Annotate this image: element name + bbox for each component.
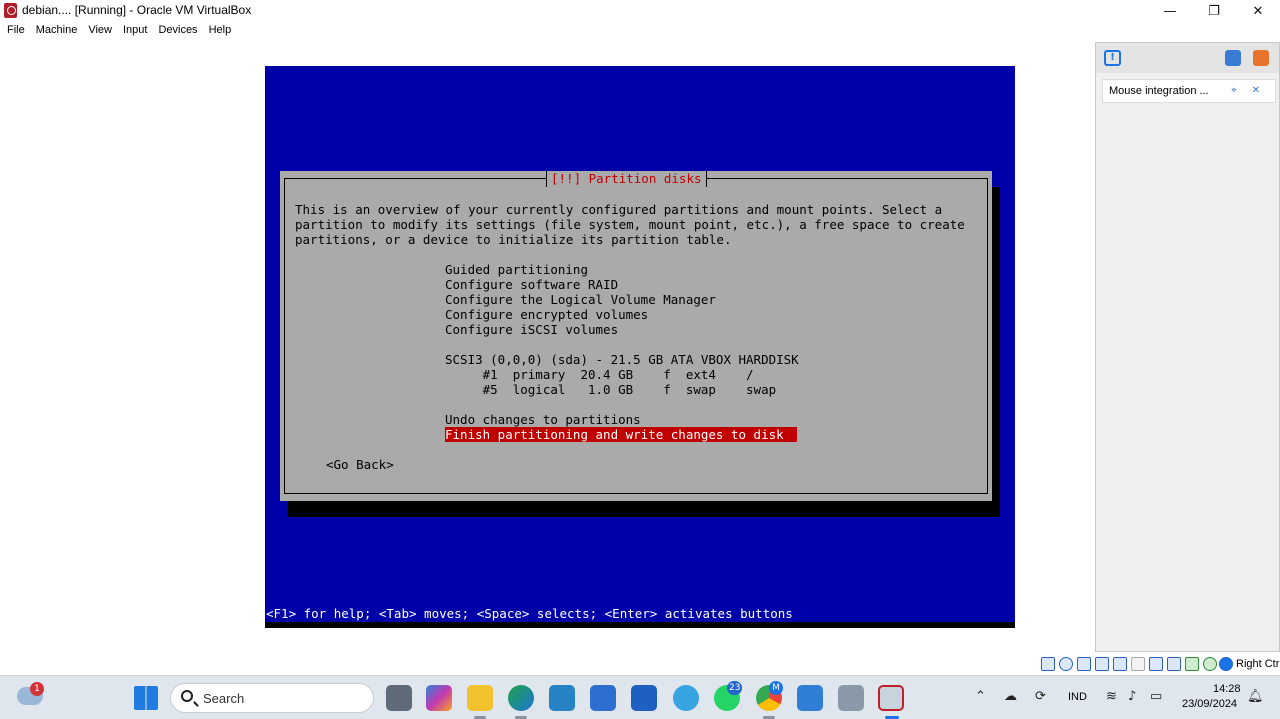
taskbar-search[interactable]: Search [170, 683, 374, 713]
dismiss-all-icon[interactable] [1253, 50, 1269, 66]
mouse-integration-icon[interactable] [1203, 657, 1217, 671]
installer-help-line: <F1> for help; <Tab> moves; <Space> sele… [266, 606, 793, 621]
notification-bell-icon[interactable]: 🔔︎ [1247, 689, 1264, 704]
menu-file[interactable]: File [3, 22, 32, 40]
microsoft-store-icon[interactable] [590, 685, 616, 711]
volume-icon[interactable]: ♪ [1128, 689, 1136, 704]
menu-bar: File Machine View Input Devices Help [0, 22, 1280, 40]
close-button[interactable]: ✕ [1236, 0, 1280, 22]
windows-taskbar: 1 Search 23 M ⌃ ☁ ⟳ IND ≋ ♪ ▭ 14:28 23/0… [0, 675, 1280, 719]
search-placeholder: Search [203, 691, 245, 706]
debian-vm-taskbar-icon[interactable] [878, 685, 904, 711]
optical-drive-icon[interactable] [1059, 657, 1073, 671]
audio-icon[interactable] [1077, 657, 1091, 671]
onedrive-icon[interactable]: ☁ [1004, 689, 1017, 704]
option-guided-partitioning[interactable]: Guided partitioning [445, 262, 588, 277]
intro-line-1: This is an overview of your currently co… [295, 202, 943, 217]
partition-5[interactable]: #5 logical 1.0 GB f swap swap [445, 382, 777, 397]
host-key-label: Right Ctrl [1236, 658, 1280, 670]
copilot-icon[interactable] [426, 685, 452, 711]
window-titlebar[interactable]: debian.... [Running] - Oracle VM Virtual… [0, 0, 1280, 22]
file-explorer-icon[interactable] [467, 685, 493, 711]
display-icon[interactable] [1149, 657, 1163, 671]
menu-view[interactable]: View [84, 22, 119, 40]
option-software-raid[interactable]: Configure software RAID [445, 277, 618, 292]
virtualbox-app-icon [4, 3, 17, 18]
usb-icon[interactable] [1113, 657, 1127, 671]
notification-center: ! Mouse integration ... ⌖ ✕ [1095, 42, 1280, 652]
start-icon[interactable] [134, 686, 158, 710]
task-view-icon[interactable] [386, 685, 412, 711]
whatsapp-badge: 23 [727, 681, 743, 695]
battery-icon[interactable]: ▭ [1150, 689, 1162, 704]
menu-help[interactable]: Help [205, 22, 239, 40]
disk-sda[interactable]: SCSI3 (0,0,0) (sda) - 21.5 GB ATA VBOX H… [445, 352, 799, 367]
dialog-title: [!!] Partition disks [546, 171, 707, 187]
menu-devices[interactable]: Devices [154, 22, 204, 40]
window-title: debian.... [Running] - Oracle VM Virtual… [22, 3, 252, 17]
close-notification-icon[interactable]: ✕ [1250, 85, 1262, 97]
cpu-icon[interactable] [1185, 657, 1199, 671]
hard-disk-icon[interactable] [1041, 657, 1055, 671]
option-finish-partitioning[interactable]: Finish partitioning and write changes to… [445, 427, 797, 442]
minimize-button[interactable]: — [1148, 0, 1192, 22]
show-hidden-icons-icon[interactable]: ⌃ [975, 689, 986, 704]
search-icon [181, 690, 193, 702]
shared-folders-icon[interactable] [1131, 657, 1145, 671]
vm-status-bar: Right Ctrl [1038, 655, 1280, 673]
network-icon[interactable] [1095, 657, 1109, 671]
restore-button[interactable]: ❐ [1192, 0, 1236, 22]
edge-icon[interactable] [508, 685, 534, 711]
mouse-pointer-icon[interactable]: ⌖ [1228, 85, 1240, 97]
vm-display[interactable]: [!!] Partition disks This is an overview… [265, 66, 1015, 628]
intro-line-2: partition to modify its settings (file s… [295, 217, 965, 232]
option-iscsi-volumes[interactable]: Configure iSCSI volumes [445, 322, 618, 337]
vm-bottom-bar [265, 622, 1015, 628]
myapp-icon[interactable] [631, 685, 657, 711]
screen: debian.... [Running] - Oracle VM Virtual… [0, 0, 1280, 719]
recording-icon[interactable] [1167, 657, 1181, 671]
partition-disks-dialog: [!!] Partition disks This is an overview… [280, 171, 992, 501]
notification-header: ! [1096, 43, 1279, 73]
option-encrypted-volumes[interactable]: Configure encrypted volumes [445, 307, 648, 322]
help-icon[interactable] [673, 685, 699, 711]
keyboard-capture-icon[interactable] [1219, 657, 1233, 671]
option-undo-changes[interactable]: Undo changes to partitions [445, 412, 641, 427]
sync-icon[interactable]: ⟳ [1035, 689, 1046, 704]
virtualbox-manager-icon[interactable] [838, 685, 864, 711]
menu-input[interactable]: Input [119, 22, 154, 40]
partition-1[interactable]: #1 primary 20.4 GB f ext4 / [445, 367, 754, 382]
info-icon[interactable]: ! [1104, 50, 1121, 66]
go-back-button[interactable]: <Go Back> [326, 457, 394, 472]
teams-icon[interactable] [549, 685, 575, 711]
panel-toggle-icon[interactable] [1225, 50, 1241, 66]
clock-time[interactable]: 14:28 [1213, 683, 1241, 695]
notification-text: Mouse integration ... [1109, 85, 1209, 97]
notification-mouse-integration[interactable]: Mouse integration ... ⌖ ✕ [1102, 79, 1276, 103]
chrome-profile-badge: M [769, 681, 783, 695]
clock-date[interactable]: 23/09/2024 [1182, 698, 1237, 710]
language-indicator[interactable]: IND [1068, 691, 1087, 703]
menu-machine[interactable]: Machine [32, 22, 85, 40]
wifi-icon[interactable]: ≋ [1106, 689, 1117, 704]
intro-line-3: partitions, or a device to initialize it… [295, 232, 732, 247]
option-lvm[interactable]: Configure the Logical Volume Manager [445, 292, 716, 307]
weather-badge: 1 [30, 682, 44, 696]
photos-icon[interactable] [797, 685, 823, 711]
